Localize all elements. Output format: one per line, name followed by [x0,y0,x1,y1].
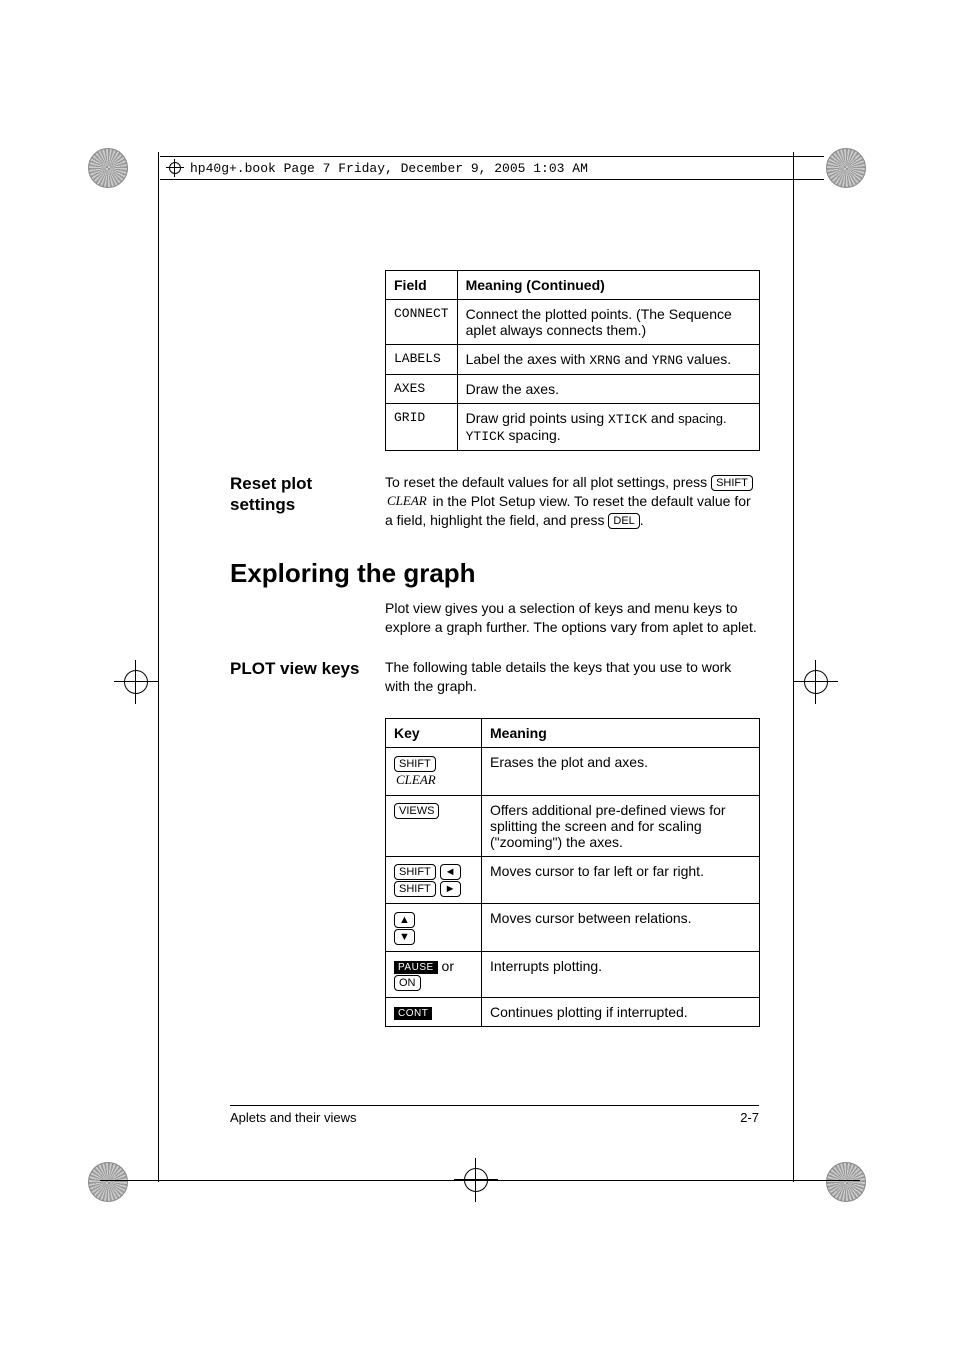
down-arrow-key-icon: ▼ [394,929,415,945]
registration-mark-icon [166,159,184,177]
crop-line [100,1180,860,1181]
table-header-key: Key [386,719,482,748]
footer-section: Aplets and their views [230,1110,356,1125]
exploring-block: Plot view gives you a selection of keys … [230,599,760,637]
key-cell: SHIFT ◄ SHIFT ► [386,856,482,904]
field-name: LABELS [386,345,458,375]
reset-plot-settings-block: Reset plot settings To reset the default… [230,473,760,530]
on-key-icon: ON [394,975,421,991]
meaning-cell: Moves cursor to far left or far right. [482,856,760,904]
table-row: GRID Draw grid points using XTICK and sp… [386,404,760,451]
subheading-reset: Reset plot settings [230,473,380,516]
shift-key-icon: SHIFT [394,756,436,772]
section-title-exploring: Exploring the graph [230,558,760,589]
plotkeys-intro: The following table details the keys tha… [385,658,760,696]
table-header-field: Field [386,271,458,300]
key-cell: PAUSE or ON [386,952,482,998]
meaning-cell: Moves cursor between relations. [482,904,760,952]
plot-view-keys-block: PLOT view keys The following table detai… [230,658,760,696]
table-row: SHIFTCLEAR Erases the plot and axes. [386,748,760,796]
table-row: PAUSE or ON Interrupts plotting. [386,952,760,998]
clear-key-icon: CLEAR [385,494,429,510]
page-footer: Aplets and their views 2-7 [230,1105,759,1125]
key-cell: CONT [386,998,482,1027]
shift-key-icon: SHIFT [711,475,753,491]
clear-key-icon: CLEAR [394,773,438,789]
table-row: CONNECT Connect the plotted points. (The… [386,300,760,345]
up-arrow-key-icon: ▲ [394,912,415,928]
table-row: CONT Continues plotting if interrupted. [386,998,760,1027]
table-row: SHIFT ◄ SHIFT ► Moves cursor to far left… [386,856,760,904]
table-row: AXES Draw the axes. [386,375,760,404]
rosette-icon [88,148,128,188]
content: Field Meaning (Continued) CONNECT Connec… [230,270,760,1027]
shift-key-icon: SHIFT [394,864,436,880]
field-meaning: Draw grid points using XTICK and spacing… [457,404,759,451]
crop-line [158,152,159,1182]
page: hp40g+.book Page 7 Friday, December 9, 2… [0,0,954,1350]
exploring-paragraph: Plot view gives you a selection of keys … [385,599,760,637]
table-row: ▲ ▼ Moves cursor between relations. [386,904,760,952]
crop-line [793,152,794,1182]
field-meaning: Draw the axes. [457,375,759,404]
table-header-meaning: Meaning [482,719,760,748]
right-arrow-key-icon: ► [440,881,461,897]
table-header-meaning: Meaning (Continued) [457,271,759,300]
table-row: VIEWS Offers additional pre-defined view… [386,795,760,856]
field-name: CONNECT [386,300,458,345]
rosette-icon [826,1162,866,1202]
plot-setup-fields-table: Field Meaning (Continued) CONNECT Connec… [385,270,760,451]
cont-softkey-icon: CONT [394,1007,432,1020]
footer-page-number: 2-7 [740,1110,759,1125]
meaning-cell: Continues plotting if interrupted. [482,998,760,1027]
field-meaning: Label the axes with XRNG and YRNG values… [457,345,759,375]
plot-view-keys-table: Key Meaning SHIFTCLEAR Erases the plot a… [385,718,760,1027]
views-key-icon: VIEWS [394,803,439,819]
pause-softkey-icon: PAUSE [394,961,438,974]
field-name: AXES [386,375,458,404]
key-cell: ▲ ▼ [386,904,482,952]
key-cell: SHIFTCLEAR [386,748,482,796]
book-header-text: hp40g+.book Page 7 Friday, December 9, 2… [190,161,588,176]
meaning-cell: Interrupts plotting. [482,952,760,998]
subheading-plotkeys: PLOT view keys [230,658,380,679]
table-row: LABELS Label the axes with XRNG and YRNG… [386,345,760,375]
rosette-icon [826,148,866,188]
left-arrow-key-icon: ◄ [440,864,461,880]
field-name: GRID [386,404,458,451]
shift-key-icon: SHIFT [394,881,436,897]
meaning-cell: Offers additional pre-defined views for … [482,795,760,856]
field-meaning: Connect the plotted points. (The Sequenc… [457,300,759,345]
reset-text: To reset the default values for all plot… [385,473,760,530]
book-header: hp40g+.book Page 7 Friday, December 9, 2… [160,156,824,180]
rosette-icon [88,1162,128,1202]
del-key-icon: DEL [608,513,639,529]
registration-mark-icon [794,660,838,704]
registration-mark-icon [114,660,158,704]
meaning-cell: Erases the plot and axes. [482,748,760,796]
key-cell: VIEWS [386,795,482,856]
